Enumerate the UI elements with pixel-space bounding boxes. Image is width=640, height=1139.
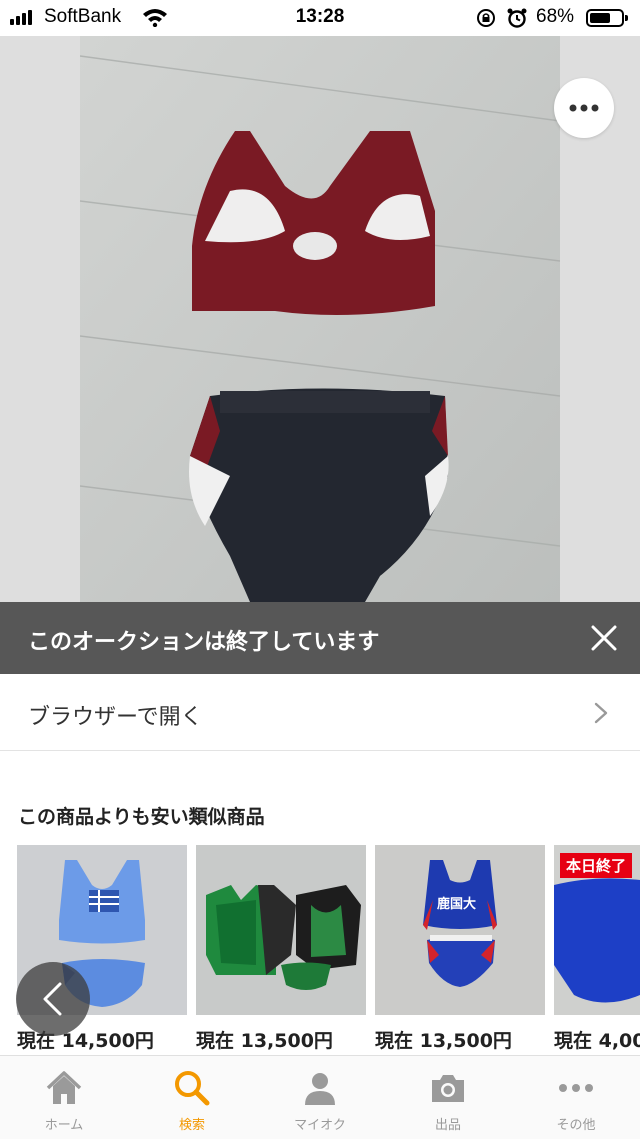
back-button[interactable] — [16, 962, 90, 1036]
tab-label: マイオク — [294, 1118, 346, 1133]
alarm-icon — [506, 7, 528, 34]
tab-home[interactable]: ホーム — [0, 1056, 128, 1139]
tab-other[interactable]: その他 — [512, 1056, 640, 1139]
thumbnail-text: 鹿国大 — [437, 897, 477, 912]
search-icon — [175, 1071, 210, 1106]
product-photo-area — [0, 36, 640, 602]
tab-label: ホーム — [44, 1118, 84, 1133]
bottom-tab-bar: ホーム 検索 マイオク 出品 その他 — [0, 1055, 640, 1139]
auction-ended-text: このオークションは終了しています — [28, 630, 380, 655]
similar-item-card[interactable]: 現在 13,500円 — [196, 845, 366, 1055]
auction-ended-banner: このオークションは終了しています — [0, 602, 640, 674]
more-options-button[interactable] — [554, 78, 614, 138]
product-photo[interactable] — [80, 36, 560, 602]
tab-sell[interactable]: 出品 — [384, 1056, 512, 1139]
person-icon — [305, 1073, 335, 1105]
more-dots-icon — [569, 104, 599, 112]
similar-items-list: 現在 14,500円 現在 13,500円 鹿国大 現在 13,500円 本日終… — [0, 845, 640, 1055]
battery-percent: 68% — [536, 6, 575, 27]
rotation-lock-icon — [476, 8, 496, 33]
tab-label: 出品 — [434, 1118, 461, 1133]
open-in-browser-row[interactable]: ブラウザーで開く — [0, 674, 640, 751]
chevron-left-icon — [43, 982, 62, 1016]
camera-icon — [432, 1075, 464, 1102]
similar-item-price: 現在 13,500円 — [375, 1030, 512, 1052]
close-banner-button[interactable] — [590, 624, 618, 652]
similar-item-thumbnail[interactable]: 鹿国大 — [375, 845, 545, 1015]
similar-item-price: 現在 13,500円 — [196, 1030, 333, 1052]
similar-item-thumbnail[interactable] — [196, 845, 366, 1015]
ends-today-badge: 本日終了 — [560, 853, 633, 878]
chevron-right-icon — [594, 702, 608, 728]
tab-label: 検索 — [178, 1118, 205, 1133]
similar-items-heading: この商品よりも安い類似商品 — [18, 806, 265, 828]
more-dots-icon — [559, 1084, 593, 1092]
open-in-browser-label: ブラウザーで開く — [28, 705, 203, 730]
battery-icon — [586, 9, 628, 27]
tab-search[interactable]: 検索 — [128, 1056, 256, 1139]
similar-item-card[interactable]: 鹿国大 現在 13,500円 — [375, 845, 545, 1055]
tab-label: その他 — [556, 1118, 596, 1133]
tab-my-auction[interactable]: マイオク — [256, 1056, 384, 1139]
similar-item-price: 現在 4,00 — [554, 1030, 640, 1052]
close-icon — [591, 625, 617, 651]
similar-item-card[interactable]: 本日終了 現在 4,00 — [554, 845, 640, 1055]
status-bar: SoftBank 13:28 68% — [0, 0, 640, 36]
home-icon — [46, 1071, 82, 1104]
similar-item-thumbnail[interactable]: 本日終了 — [554, 845, 640, 1015]
